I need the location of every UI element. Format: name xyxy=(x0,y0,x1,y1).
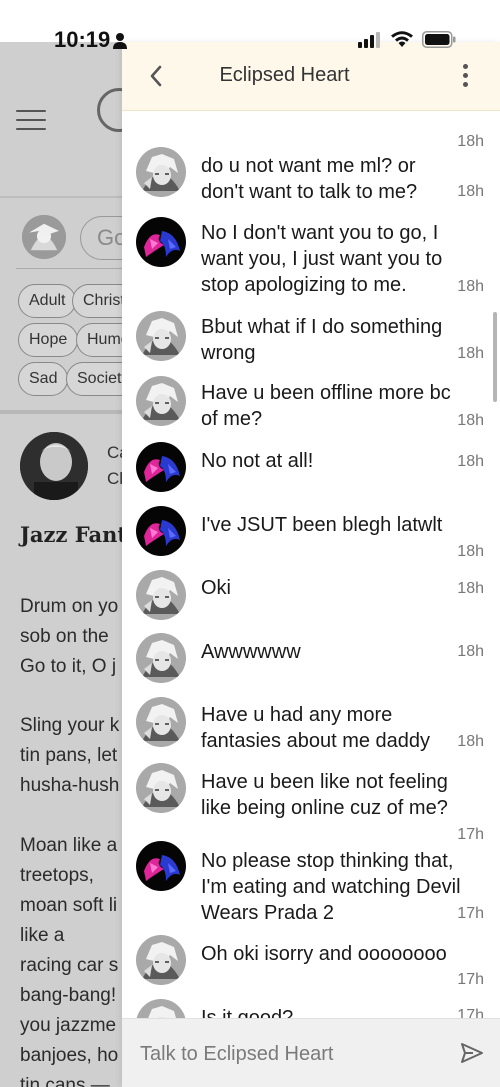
character-avatar[interactable] xyxy=(136,506,186,556)
user-avatar[interactable] xyxy=(136,633,186,683)
tag-chip[interactable]: Sad xyxy=(18,362,69,396)
poem-line: sob on the xyxy=(20,626,109,647)
character-avatar[interactable] xyxy=(136,841,186,891)
person-icon xyxy=(113,33,127,49)
user-avatar[interactable] xyxy=(136,935,186,985)
poem-line: Moan like a xyxy=(20,835,118,856)
message-timestamp: 17h xyxy=(457,1007,484,1018)
message-timestamp: 18h xyxy=(457,133,484,150)
poem-line: Sling your k xyxy=(20,715,120,736)
message-composer xyxy=(122,1018,500,1087)
message-timestamp: 18h xyxy=(457,345,484,362)
message-input[interactable] xyxy=(140,1037,440,1071)
message-text: Is it good? xyxy=(201,1007,294,1018)
message-list[interactable]: 18h do u not want me ml? or don't want t… xyxy=(122,129,492,1018)
character-avatar[interactable] xyxy=(136,442,186,492)
poem-line: Go to it, O j xyxy=(20,656,117,677)
chat-drawer: Eclipsed Heart 18h do u not want me ml? … xyxy=(122,42,500,1087)
message-text: Awwwwww xyxy=(201,641,301,663)
message-text: No please stop thinking that, I'm eating… xyxy=(201,850,461,924)
message-text: No I don't want you to go, I want you, I… xyxy=(201,222,443,296)
tag-chip[interactable]: Adult xyxy=(18,284,77,318)
user-avatar[interactable] xyxy=(136,376,186,426)
message-timestamp: 18h xyxy=(457,580,484,597)
message-timestamp: 18h xyxy=(457,412,484,429)
poem-line: bang-bang! xyxy=(20,985,117,1006)
user-avatar[interactable] xyxy=(136,311,186,361)
user-avatar[interactable] xyxy=(136,697,186,747)
message-text: Have u been like not feeling like being … xyxy=(201,771,448,819)
poem-line: husha-hush xyxy=(20,775,120,796)
chevron-left-icon xyxy=(150,65,162,87)
message-timestamp: 18h xyxy=(457,643,484,660)
poem-title: Jazz Fant xyxy=(20,522,128,547)
message-timestamp: 17h xyxy=(457,971,484,988)
status-time: 10:19 xyxy=(54,27,111,52)
message-timestamp: 18h xyxy=(457,453,484,470)
poem-line: treetops, xyxy=(20,865,94,886)
poem-line: banjoes, ho xyxy=(20,1045,119,1066)
message-timestamp: 18h xyxy=(457,733,484,750)
author-subtitle: Cl xyxy=(107,469,124,488)
back-button[interactable] xyxy=(144,62,168,90)
poem-line: moan soft li xyxy=(20,895,118,916)
spacer xyxy=(122,111,500,129)
user-avatar[interactable] xyxy=(22,215,66,259)
author-avatar[interactable] xyxy=(20,432,88,500)
message-text: No not at all! xyxy=(201,450,314,472)
message-text: Bbut what if I do something wrong xyxy=(201,316,443,364)
hamburger-menu-icon[interactable] xyxy=(16,110,46,130)
user-avatar[interactable] xyxy=(136,763,186,813)
battery-icon xyxy=(422,31,456,48)
message-text: do u not want me ml? or don't want to ta… xyxy=(201,155,418,203)
chat-header: Eclipsed Heart xyxy=(122,42,500,110)
cellular-signal-icon xyxy=(358,32,380,48)
user-avatar[interactable] xyxy=(136,999,186,1018)
message-text: Have u been offline more bc of me? xyxy=(201,382,451,430)
poem-line: tin pans, let xyxy=(20,745,118,766)
poem-line: racing car s xyxy=(20,955,119,976)
user-avatar[interactable] xyxy=(136,570,186,620)
message-timestamp: 17h xyxy=(457,905,484,922)
message-timestamp: 18h xyxy=(457,543,484,560)
message-text: Oh oki isorry and oooooooo xyxy=(201,943,447,965)
send-icon[interactable] xyxy=(460,1041,484,1065)
more-vertical-icon xyxy=(462,64,468,69)
tag-chip[interactable]: Hope xyxy=(18,323,79,357)
status-bar: 10:19 xyxy=(0,0,500,52)
message-text: I've JSUT been blegh latwlt xyxy=(201,514,443,536)
poem-line: tin cans — xyxy=(20,1075,110,1087)
poem-line: like a xyxy=(20,925,65,946)
chat-title: Eclipsed Heart xyxy=(219,64,350,86)
message-timestamp: 17h xyxy=(457,826,484,843)
message-timestamp: 18h xyxy=(457,183,484,200)
message-text: Oki xyxy=(201,577,231,599)
more-options-button[interactable] xyxy=(458,64,472,90)
scrollbar[interactable] xyxy=(493,312,497,402)
wifi-icon xyxy=(391,31,413,47)
character-avatar[interactable] xyxy=(136,217,186,267)
user-avatar[interactable] xyxy=(136,147,186,197)
poem-line: you jazzme xyxy=(20,1015,117,1036)
message-timestamp: 18h xyxy=(457,278,484,295)
poem-line: Drum on yo xyxy=(20,596,119,617)
message-text: Have u had any more fantasies about me d… xyxy=(201,704,431,752)
